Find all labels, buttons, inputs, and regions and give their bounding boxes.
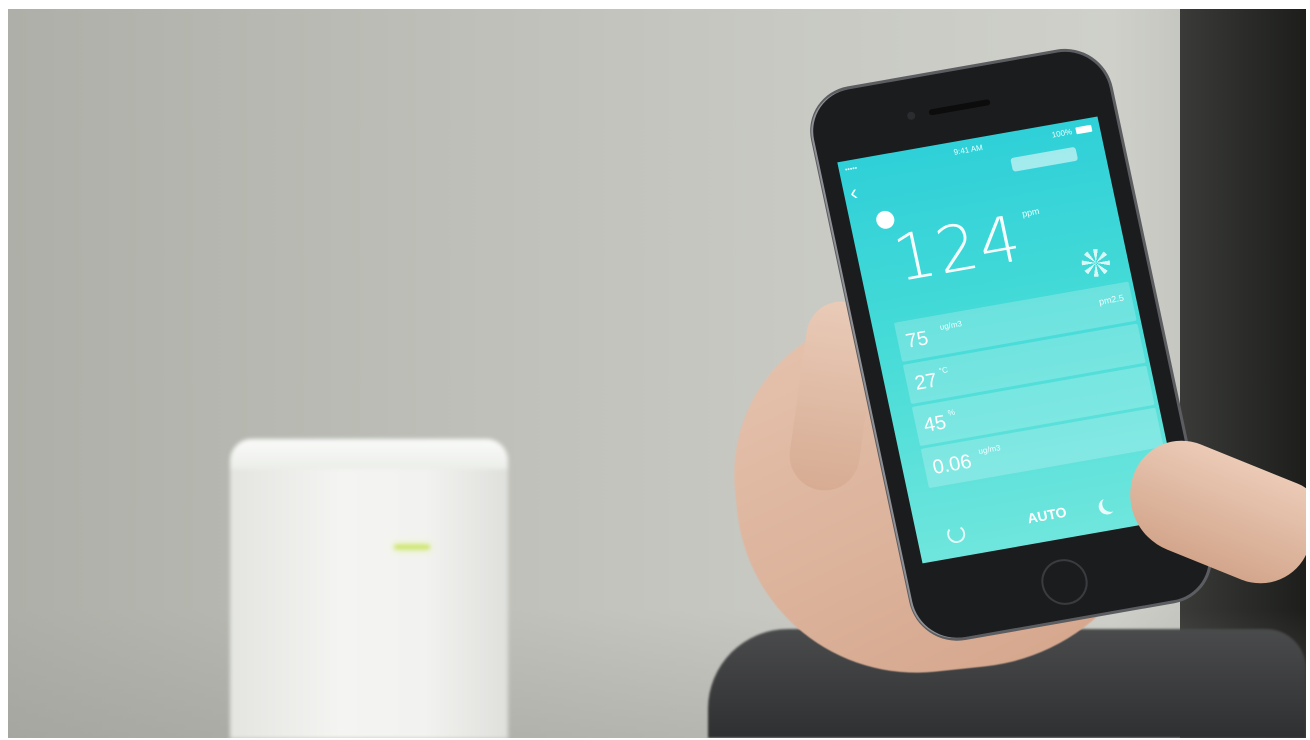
moon-icon[interactable]: [1101, 495, 1120, 513]
earpiece-speaker: [928, 98, 991, 116]
air-purifier-device: [230, 439, 508, 738]
metric-tag: pm2.5: [1097, 292, 1125, 307]
front-camera: [906, 111, 917, 121]
battery-icon: [1075, 124, 1093, 135]
purifier-top: [230, 439, 508, 469]
fan-icon[interactable]: [1079, 246, 1113, 280]
photo-scene: ••••• 9:41 AM 100% ‹ 124 ppm 75 ug/m3 pm…: [8, 9, 1306, 738]
metric-value: 75: [903, 327, 931, 353]
metric-unit: ug/m3: [977, 443, 1002, 456]
signal-indicator: •••••: [844, 165, 858, 175]
metric-value: 0.06: [930, 450, 974, 479]
metric-unit: %: [946, 407, 956, 418]
power-icon[interactable]: [945, 523, 967, 545]
battery-percent: 100%: [1050, 127, 1073, 140]
purifier-status-led: [394, 545, 430, 549]
auto-mode-button[interactable]: AUTO: [1026, 504, 1068, 527]
metric-unit: °C: [938, 365, 949, 376]
metrics-list: 75 ug/m3 pm2.5 27 °C 45 % 0.06 ug/m3: [893, 281, 1164, 491]
home-button[interactable]: [1037, 555, 1092, 609]
main-reading-value: 124: [887, 202, 1029, 297]
metric-value: 45: [921, 411, 949, 437]
back-icon[interactable]: ‹: [847, 180, 859, 206]
device-name-pill[interactable]: [1010, 146, 1079, 172]
status-time: 9:41 AM: [952, 142, 984, 157]
metric-unit: ug/m3: [938, 319, 963, 332]
main-reading-unit: ppm: [1021, 206, 1041, 219]
metric-value: 27: [912, 369, 940, 395]
